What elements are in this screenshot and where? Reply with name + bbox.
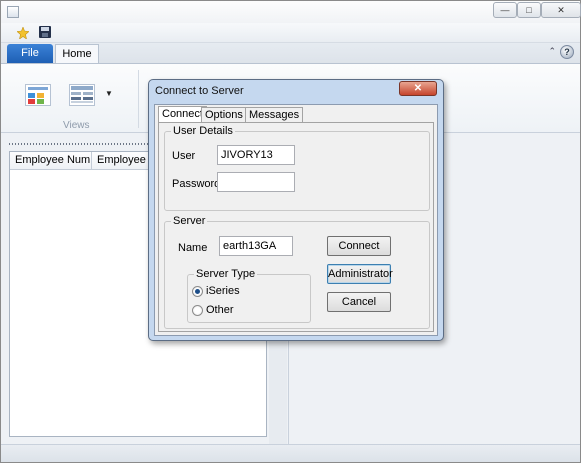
status-bar <box>1 444 580 462</box>
new-file-icon[interactable] <box>16 26 30 40</box>
views-group-label: Views <box>63 120 90 131</box>
save-icon[interactable] <box>39 26 51 38</box>
radio-other[interactable] <box>192 305 203 316</box>
name-label: Name <box>178 242 208 254</box>
ribbon-divider <box>138 70 139 128</box>
help-icon[interactable]: ? <box>560 45 574 59</box>
tab-connect[interactable]: Connect <box>158 106 207 123</box>
column-header-employee-number[interactable]: Employee Num... <box>10 152 92 170</box>
cancel-button[interactable]: Cancel <box>327 292 391 312</box>
server-type-group: Server Type iSeries Other <box>187 268 311 323</box>
connect-tab-page: User Details User Password Server Name S… <box>158 122 434 332</box>
tab-options[interactable]: Options <box>201 107 247 123</box>
chevron-down-icon[interactable]: ▼ <box>105 89 113 98</box>
table-view-icon[interactable] <box>69 84 95 106</box>
title-bar: — □ ✕ <box>1 1 581 23</box>
dialog-body: Connect Options Messages User Details Us… <box>154 104 438 336</box>
dialog-title: Connect to Server <box>155 85 244 97</box>
server-name-field[interactable] <box>219 236 293 256</box>
other-label[interactable]: Other <box>206 304 234 316</box>
dialog-close-button[interactable]: ✕ <box>399 81 437 96</box>
app-icon <box>7 6 19 18</box>
user-details-title: User Details <box>171 125 235 137</box>
server-group: Server Name Server Type iSeries Other Co… <box>164 215 430 329</box>
tab-file[interactable]: File <box>7 44 53 63</box>
password-field[interactable] <box>217 172 295 192</box>
server-title: Server <box>171 215 208 227</box>
maximize-button[interactable]: □ <box>517 2 541 18</box>
minimize-button[interactable]: — <box>493 2 517 18</box>
administrator-button[interactable]: Administrator <box>327 264 393 284</box>
radio-iseries[interactable] <box>192 286 203 297</box>
iseries-label[interactable]: iSeries <box>206 285 240 297</box>
user-field[interactable] <box>217 145 295 165</box>
connect-button[interactable]: Connect <box>327 236 391 256</box>
password-label: Password <box>172 178 221 190</box>
user-label: User <box>172 150 196 162</box>
server-type-title: Server Type <box>194 268 258 280</box>
close-window-button[interactable]: ✕ <box>541 2 581 18</box>
tab-home[interactable]: Home <box>55 44 99 64</box>
tab-messages[interactable]: Messages <box>245 107 304 123</box>
grid-view-icon[interactable] <box>25 84 51 106</box>
ribbon-tab-strip: File Home ⌃ ? <box>1 43 580 64</box>
connect-to-server-dialog: Connect to Server ✕ Connect Options Mess… <box>148 79 444 341</box>
user-details-group: User Details User Password <box>164 125 430 211</box>
quick-access-toolbar <box>1 23 580 43</box>
minimize-ribbon-icon[interactable]: ⌃ <box>548 46 556 57</box>
